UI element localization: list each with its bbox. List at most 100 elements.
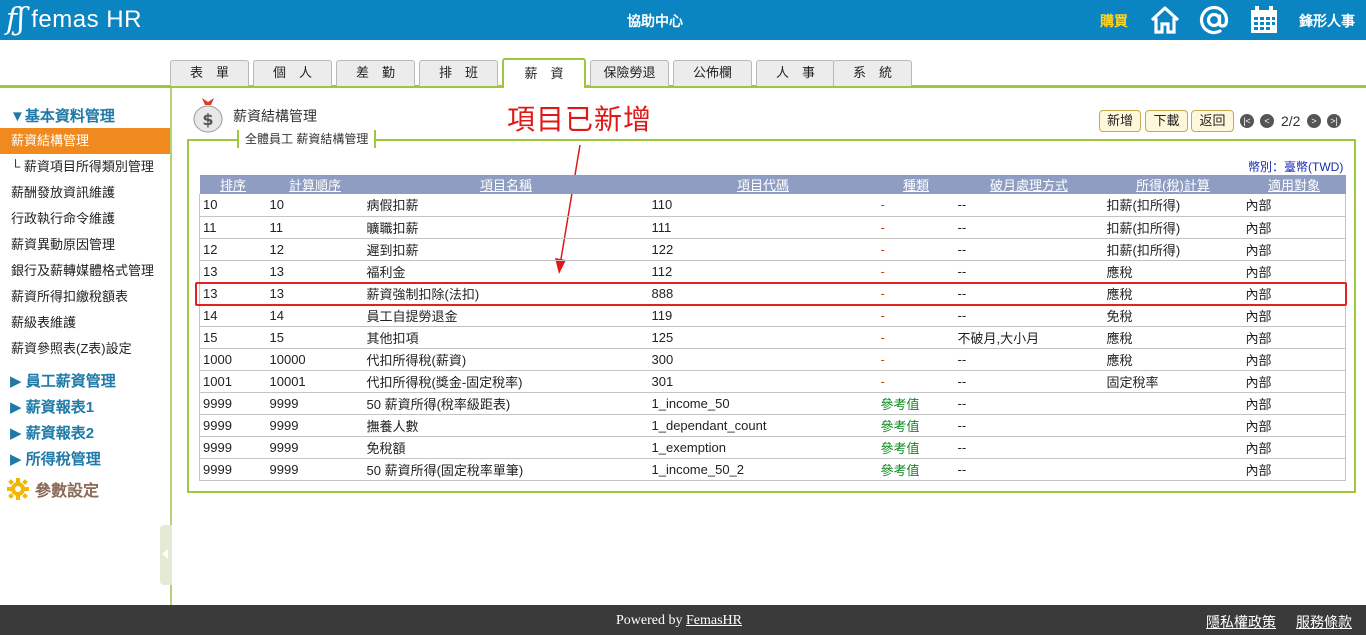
col-header-income-tax[interactable]: 所得(稅)計算: [1103, 175, 1243, 194]
terms-of-service-link[interactable]: 服務條款: [1296, 612, 1352, 632]
cell-partial-month: 不破月,大小月: [954, 326, 1104, 349]
table-row[interactable]: 9999 9999 撫養人數 1_dependant_count 參考值 -- 內部: [199, 414, 1346, 437]
tab-attendance[interactable]: 差 勤: [336, 60, 415, 86]
footer: Powered by FemasHR 隱私權政策 服務條款: [0, 605, 1366, 635]
sidebar-item-change-reasons[interactable]: 薪資異動原因管理: [0, 232, 170, 258]
annotation-text: 項目已新增: [507, 103, 653, 136]
sidebar-item-income-category[interactable]: └ 薪資項目所得類別管理: [0, 154, 170, 180]
cell-kind: -: [877, 282, 955, 305]
cell-item-name[interactable]: 50 薪資所得(稅率級距表): [363, 392, 649, 415]
table-row[interactable]: 13 13 薪資強制扣除(法扣) 888- -- 應稅 內部: [199, 282, 1346, 305]
cell-partial-month: --: [954, 194, 1104, 217]
calendar-icon[interactable]: [1248, 4, 1280, 36]
femashr-link[interactable]: FemasHR: [686, 613, 742, 628]
tab-system[interactable]: 系 統: [833, 60, 912, 86]
table-row[interactable]: 9999 9999 50 薪資所得(固定稅率單筆) 1_income_50_2 參考值 -…: [199, 458, 1346, 481]
sidebar-group-income-tax[interactable]: ▶ 所得稅管理: [10, 448, 101, 469]
powered-prefix: Powered by: [616, 613, 686, 628]
sidebar-item-enforcement-orders[interactable]: 行政執行命令維護: [0, 206, 170, 232]
sidebar-group-employee-pay[interactable]: ▶ 員工薪資管理: [10, 370, 116, 391]
cell-item-code: 122: [648, 238, 878, 261]
next-page-button[interactable]: >: [1307, 114, 1321, 128]
col-header-kind[interactable]: 種類: [877, 175, 955, 194]
cell-item-code: 112: [648, 260, 878, 283]
first-page-button[interactable]: |<: [1240, 114, 1254, 128]
table-row[interactable]: 1001 10001 代扣所得稅(獎金-固定稅率) 301- -- 固定稅率 內部: [199, 370, 1346, 393]
table-row[interactable]: 11 11 曠職扣薪 111- -- 扣薪(扣所得) 內部: [199, 216, 1346, 239]
cell-item-code: 119: [648, 304, 878, 327]
cell-item-name[interactable]: 福利金: [363, 260, 649, 283]
sidebar-item-withholding-table[interactable]: 薪資所得扣繳稅額表: [0, 284, 170, 310]
download-button[interactable]: 下載: [1145, 110, 1188, 132]
table-row[interactable]: 14 14 員工自提勞退金 119- -- 免稅 內部: [199, 304, 1346, 327]
sidebar-collapse-handle[interactable]: [160, 525, 172, 585]
sidebar-item-z-table[interactable]: 薪資參照表(Z表)設定: [0, 336, 170, 362]
sidebar-group-report1[interactable]: ▶ 薪資報表1: [10, 396, 94, 417]
buy-link[interactable]: 購買: [1100, 11, 1128, 31]
sidebar-item-bank-format[interactable]: 銀行及薪轉媒體格式管理: [0, 258, 170, 284]
cell-item-name[interactable]: 撫養人數: [363, 414, 649, 437]
cell-income-tax: 應稅: [1103, 348, 1243, 371]
table-row[interactable]: 15 15 其他扣項 125- 不破月,大小月 應稅 內部: [199, 326, 1346, 349]
last-page-button[interactable]: >|: [1327, 114, 1341, 128]
cell-item-name[interactable]: 曠職扣薪: [363, 216, 649, 239]
top-header: fʃ femas HR 協助中心 購買 鋒形人事: [0, 0, 1366, 40]
cell-item-name[interactable]: 代扣所得稅(薪資): [363, 348, 649, 371]
table-row[interactable]: 9999 9999 免稅額 1_exemption 參考值 -- 內部: [199, 436, 1346, 459]
sidebar-group-report2[interactable]: ▶ 薪資報表2: [10, 422, 94, 443]
table-row[interactable]: 13 13 福利金 112- -- 應稅 內部: [199, 260, 1346, 283]
cell-sort: 1001: [199, 370, 267, 393]
cell-sort: 11: [199, 216, 267, 239]
table-row[interactable]: 1000 10000 代扣所得稅(薪資) 300- -- 應稅 內部: [199, 348, 1346, 371]
prev-page-button[interactable]: <: [1260, 114, 1274, 128]
cell-item-name[interactable]: 薪資強制扣除(法扣): [363, 282, 649, 305]
sidebar-item-pay-info[interactable]: 薪酬發放資訊維護: [0, 180, 170, 206]
cell-item-code: 1_income_50: [648, 392, 878, 415]
table-row[interactable]: 10 10 病假扣薪 110- -- 扣薪(扣所得) 內部: [199, 194, 1346, 217]
back-button[interactable]: 返回: [1191, 110, 1234, 132]
tab-insurance[interactable]: 保險勞退: [590, 60, 669, 86]
cell-item-name[interactable]: 代扣所得稅(獎金-固定稅率): [363, 370, 649, 393]
tab-bulletin[interactable]: 公佈欄: [673, 60, 752, 86]
cell-item-name[interactable]: 遲到扣薪: [363, 238, 649, 261]
table-row[interactable]: 12 12 遲到扣薪 122- -- 扣薪(扣所得) 內部: [199, 238, 1346, 261]
femas-logo[interactable]: fʃ femas HR: [6, 3, 142, 37]
cell-item-name[interactable]: 病假扣薪: [363, 194, 649, 217]
col-header-item-name[interactable]: 項目名稱: [363, 175, 649, 194]
company-name[interactable]: 鋒形人事: [1299, 11, 1355, 31]
tab-forms[interactable]: 表 單: [170, 60, 249, 86]
cell-income-tax: [1103, 458, 1243, 481]
sidebar-item-salary-structure[interactable]: 薪資結構管理: [0, 128, 170, 154]
cell-income-tax: [1103, 392, 1243, 415]
privacy-policy-link[interactable]: 隱私權政策: [1206, 612, 1276, 632]
tab-personal[interactable]: 個 人: [253, 60, 332, 86]
cell-item-code: 1_dependant_count: [648, 414, 878, 437]
params-settings[interactable]: 參數設定: [6, 477, 99, 501]
at-icon[interactable]: [1198, 4, 1230, 36]
col-header-applicable[interactable]: 適用對象: [1242, 175, 1346, 194]
cell-item-name[interactable]: 免稅額: [363, 436, 649, 459]
cell-applicable: 內部: [1242, 216, 1346, 239]
sidebar-item-grade-table[interactable]: 薪級表維護: [0, 310, 170, 336]
page-indicator: 2/2: [1281, 113, 1301, 129]
tab-shifts[interactable]: 排 班: [419, 60, 498, 86]
help-center-link[interactable]: 協助中心: [600, 11, 710, 31]
sidebar-group-basic-data[interactable]: ▼基本資料管理: [10, 105, 115, 126]
svg-text:$: $: [202, 110, 213, 129]
cell-sort: 14: [199, 304, 267, 327]
cell-item-name[interactable]: 50 薪資所得(固定稅率單筆): [363, 458, 649, 481]
table-row[interactable]: 9999 9999 50 薪資所得(稅率級距表) 1_income_50 參考值 -- 內部: [199, 392, 1346, 415]
cell-item-name[interactable]: 員工自提勞退金: [363, 304, 649, 327]
add-button[interactable]: 新增: [1099, 110, 1141, 132]
col-header-sort[interactable]: 排序: [199, 175, 267, 194]
cell-calc-order: 9999: [266, 414, 364, 437]
cell-item-name[interactable]: 其他扣項: [363, 326, 649, 349]
cell-income-tax: [1103, 414, 1243, 437]
cell-sort: 9999: [199, 414, 267, 437]
tab-hr[interactable]: 人 事: [756, 60, 835, 86]
tab-payroll[interactable]: 薪 資: [502, 58, 586, 88]
home-icon[interactable]: [1149, 4, 1181, 36]
col-header-partial-month[interactable]: 破月處理方式: [954, 175, 1104, 194]
col-header-calc-order[interactable]: 計算順序: [266, 175, 364, 194]
col-header-item-code[interactable]: 項目代碼: [648, 175, 878, 194]
